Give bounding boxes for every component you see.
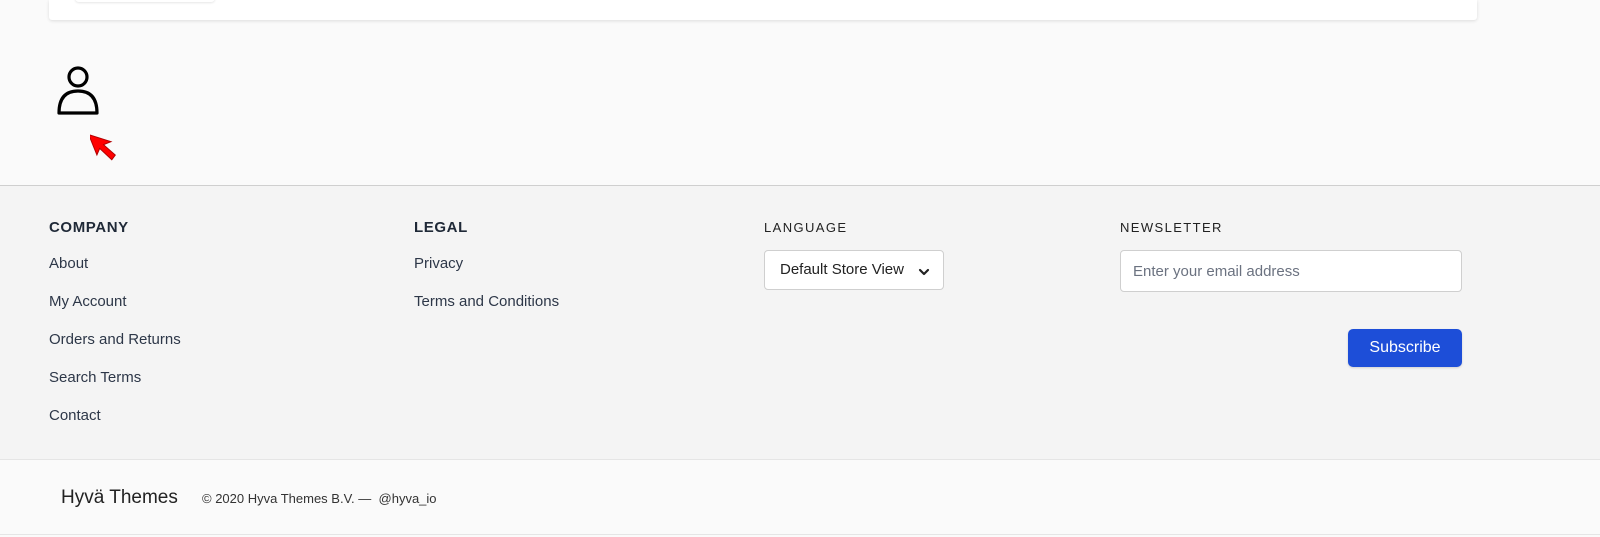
site-footer: COMPANY About My Account Orders and Retu… bbox=[0, 185, 1600, 460]
footer-link-my-account[interactable]: My Account bbox=[49, 292, 181, 330]
footer-company-column: COMPANY About My Account Orders and Retu… bbox=[49, 218, 181, 444]
card-tab bbox=[75, 0, 215, 2]
footer-link-terms[interactable]: Terms and Conditions bbox=[414, 292, 559, 330]
footer-language-column: LANGUAGE Default Store View bbox=[764, 218, 944, 290]
footer-link-orders-returns[interactable]: Orders and Returns bbox=[49, 330, 181, 368]
footer-link-search-terms[interactable]: Search Terms bbox=[49, 368, 181, 406]
brand-name: Hyvä Themes bbox=[61, 487, 178, 508]
newsletter-heading: NEWSLETTER bbox=[1120, 220, 1223, 235]
legal-links: Privacy Terms and Conditions bbox=[414, 254, 559, 330]
legal-heading: LEGAL bbox=[414, 219, 468, 236]
footer-newsletter-column: NEWSLETTER Subscribe bbox=[1120, 218, 1462, 378]
content-card bbox=[49, 0, 1477, 20]
cursor-arrow-icon bbox=[87, 128, 120, 172]
footer-link-contact[interactable]: Contact bbox=[49, 406, 181, 444]
footer-link-privacy[interactable]: Privacy bbox=[414, 254, 559, 292]
footer-legal-column: LEGAL Privacy Terms and Conditions bbox=[414, 218, 559, 330]
footer-bottom-bar: Hyvä Themes © 2020 Hyva Themes B.V. — @h… bbox=[0, 459, 1600, 535]
footer-link-about[interactable]: About bbox=[49, 254, 181, 292]
company-links: About My Account Orders and Returns Sear… bbox=[49, 254, 181, 444]
store-view-value: Default Store View bbox=[780, 261, 904, 278]
user-icon[interactable] bbox=[56, 65, 100, 117]
social-handle-link[interactable]: @hyva_io bbox=[379, 491, 437, 506]
language-heading: LANGUAGE bbox=[764, 220, 848, 235]
subscribe-button[interactable]: Subscribe bbox=[1348, 329, 1462, 367]
copyright-notice: © 2020 Hyva Themes B.V. — bbox=[202, 491, 372, 506]
company-heading: COMPANY bbox=[49, 219, 129, 236]
store-view-select[interactable]: Default Store View bbox=[764, 250, 944, 290]
newsletter-email-input[interactable] bbox=[1120, 250, 1462, 292]
chevron-down-icon bbox=[917, 265, 931, 279]
copyright-text: © 2020 Hyva Themes B.V. — @hyva_io bbox=[202, 491, 437, 506]
